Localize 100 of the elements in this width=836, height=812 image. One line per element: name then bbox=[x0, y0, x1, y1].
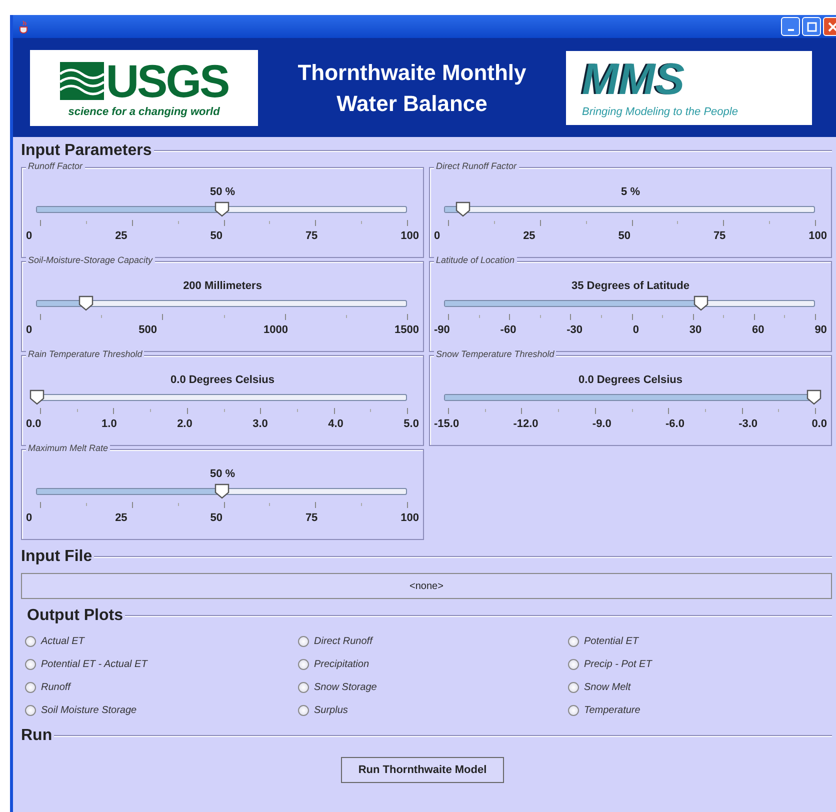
slider-thumb[interactable] bbox=[693, 295, 710, 311]
tick-label: 75 bbox=[305, 230, 318, 242]
slider-thumb[interactable] bbox=[806, 389, 822, 405]
option-label: Precip - Pot ET bbox=[584, 659, 652, 670]
tick-label: 75 bbox=[305, 512, 318, 524]
section-title: Input File bbox=[21, 548, 92, 566]
slider-reading: 0.0 Degrees Celsius bbox=[578, 374, 682, 388]
tick-label: -12.0 bbox=[513, 418, 538, 430]
slider-label: Soil-Moisture-Storage Capacity bbox=[26, 255, 155, 265]
option-label: Actual ET bbox=[41, 636, 84, 647]
close-icon bbox=[826, 20, 836, 32]
logo-text: MMS bbox=[582, 58, 685, 102]
tick-label: 60 bbox=[752, 324, 764, 336]
radio-button[interactable] bbox=[568, 682, 579, 693]
tick-label: 0 bbox=[26, 324, 32, 336]
tick-label: 1.0 bbox=[102, 418, 117, 430]
slider-reading: 35 Degrees of Latitude bbox=[572, 280, 690, 294]
tick-label: 1500 bbox=[394, 324, 419, 336]
tick-label: -9.0 bbox=[592, 418, 612, 430]
option-label: Surplus bbox=[314, 705, 348, 716]
slider-thumb[interactable] bbox=[78, 295, 94, 311]
radio-button[interactable] bbox=[298, 636, 309, 647]
tick-label: 4.0 bbox=[328, 418, 344, 430]
tick-label: 50 bbox=[210, 512, 222, 524]
run-button[interactable]: Run Thornthwaite Model bbox=[341, 757, 504, 783]
radio-button[interactable] bbox=[25, 659, 36, 670]
tick-label: 5.0 bbox=[404, 418, 419, 430]
section-title: Output Plots bbox=[27, 607, 123, 625]
radio-button[interactable] bbox=[298, 705, 309, 716]
radio-button[interactable] bbox=[298, 682, 309, 693]
tick-label: 0.0 bbox=[26, 418, 42, 430]
logo-tagline: science for a changing world bbox=[68, 106, 220, 118]
tick-label: 2.0 bbox=[177, 418, 192, 430]
slider-thumb[interactable] bbox=[214, 201, 230, 217]
section-title: Run bbox=[21, 727, 52, 745]
slider-label: Latitude of Location bbox=[434, 255, 517, 265]
slider-label: Runoff Factor bbox=[26, 161, 85, 171]
maximize-icon bbox=[806, 20, 818, 32]
tick-label: 25 bbox=[523, 230, 536, 242]
radio-button[interactable] bbox=[568, 705, 579, 716]
radio-button[interactable] bbox=[25, 705, 36, 716]
app-title: Water Balance bbox=[336, 90, 488, 118]
option-label: Precipitation bbox=[314, 659, 370, 670]
slider-reading: 0.0 Degrees Celsius bbox=[170, 374, 274, 388]
option-label: Snow Melt bbox=[584, 682, 631, 693]
radio-button[interactable] bbox=[25, 636, 36, 647]
slider-reading: 200 Millimeters bbox=[183, 280, 262, 294]
tick-label: 0 bbox=[632, 324, 640, 336]
option-label: Direct Runoff bbox=[314, 636, 372, 647]
option-label: Snow Storage bbox=[314, 682, 377, 693]
slider-reading: 50 % bbox=[210, 186, 236, 200]
waves-icon bbox=[60, 62, 104, 100]
minimize-icon bbox=[788, 29, 794, 31]
option-label: Potential ET bbox=[584, 636, 638, 647]
radio-button[interactable] bbox=[568, 636, 579, 647]
slider-label: Maximum Melt Rate bbox=[26, 443, 110, 453]
tick-label: 75 bbox=[713, 230, 726, 242]
tick-label: 0 bbox=[434, 230, 440, 242]
logo-tagline: Bringing Modeling to the People bbox=[582, 106, 738, 118]
tick-label: -90 bbox=[434, 324, 450, 336]
tick-label: -30 bbox=[566, 324, 582, 336]
slider-reading: 50 % bbox=[210, 468, 236, 482]
tick-label: 30 bbox=[689, 324, 702, 336]
tick-label: 100 bbox=[808, 230, 827, 242]
slider-reading: 5 % bbox=[621, 186, 640, 200]
minimize-button[interactable] bbox=[781, 17, 800, 36]
slider-thumb[interactable] bbox=[455, 201, 472, 217]
slider-label: Direct Runoff Factor bbox=[434, 161, 519, 171]
tick-label: 90 bbox=[814, 324, 827, 336]
option-label: Temperature bbox=[584, 705, 640, 716]
logo-text: USGS bbox=[106, 58, 228, 104]
option-label: Runoff bbox=[41, 682, 70, 693]
tick-label: 100 bbox=[400, 512, 419, 524]
tick-label: 3.0 bbox=[252, 418, 268, 430]
slider-thumb[interactable] bbox=[29, 389, 45, 405]
tick-label: 0 bbox=[26, 230, 32, 242]
tick-label: -15.0 bbox=[434, 418, 460, 430]
tick-label: -60 bbox=[500, 324, 516, 336]
tick-label: 0.0 bbox=[812, 418, 827, 430]
option-label: Soil Moisture Storage bbox=[41, 705, 137, 716]
maximize-button[interactable] bbox=[802, 17, 821, 36]
slider-thumb[interactable] bbox=[214, 483, 230, 499]
tick-label: 1000 bbox=[264, 324, 288, 336]
section-title: Input Parameters bbox=[21, 142, 152, 160]
slider-label: Snow Temperature Threshold bbox=[434, 349, 556, 359]
tick-label: 50 bbox=[210, 230, 222, 242]
tick-label: -6.0 bbox=[666, 418, 684, 430]
radio-button[interactable] bbox=[298, 659, 309, 670]
tick-label: 500 bbox=[138, 324, 157, 336]
tick-label: 25 bbox=[115, 230, 128, 242]
app-title: Thornthwaite Monthly bbox=[298, 58, 526, 87]
option-label: Potential ET - Actual ET bbox=[41, 659, 148, 670]
radio-button[interactable] bbox=[25, 682, 36, 693]
tick-label: 0 bbox=[26, 512, 32, 524]
tick-label: 50 bbox=[618, 230, 630, 242]
tick-label: -3.0 bbox=[738, 418, 758, 430]
radio-button[interactable] bbox=[568, 659, 579, 670]
file-button[interactable]: <none> bbox=[21, 573, 832, 599]
slider-label: Rain Temperature Threshold bbox=[26, 349, 144, 359]
tick-label: 25 bbox=[115, 512, 128, 524]
